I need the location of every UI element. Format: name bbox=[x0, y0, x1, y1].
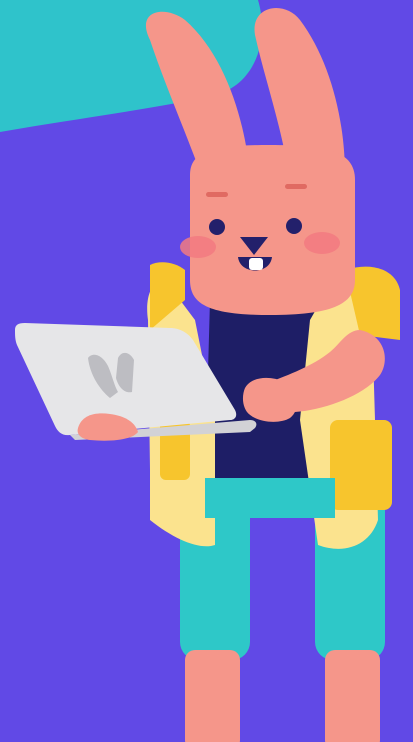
cheek-left bbox=[180, 236, 216, 258]
illustration bbox=[0, 0, 413, 742]
waist bbox=[205, 478, 335, 518]
head bbox=[180, 145, 355, 315]
cheek-right bbox=[304, 232, 340, 254]
brow-left bbox=[206, 192, 228, 197]
eye-right bbox=[286, 218, 302, 234]
brow-right bbox=[285, 184, 307, 189]
eye-left bbox=[209, 219, 225, 235]
tooth bbox=[249, 258, 263, 270]
bunny-illustration bbox=[0, 0, 413, 742]
